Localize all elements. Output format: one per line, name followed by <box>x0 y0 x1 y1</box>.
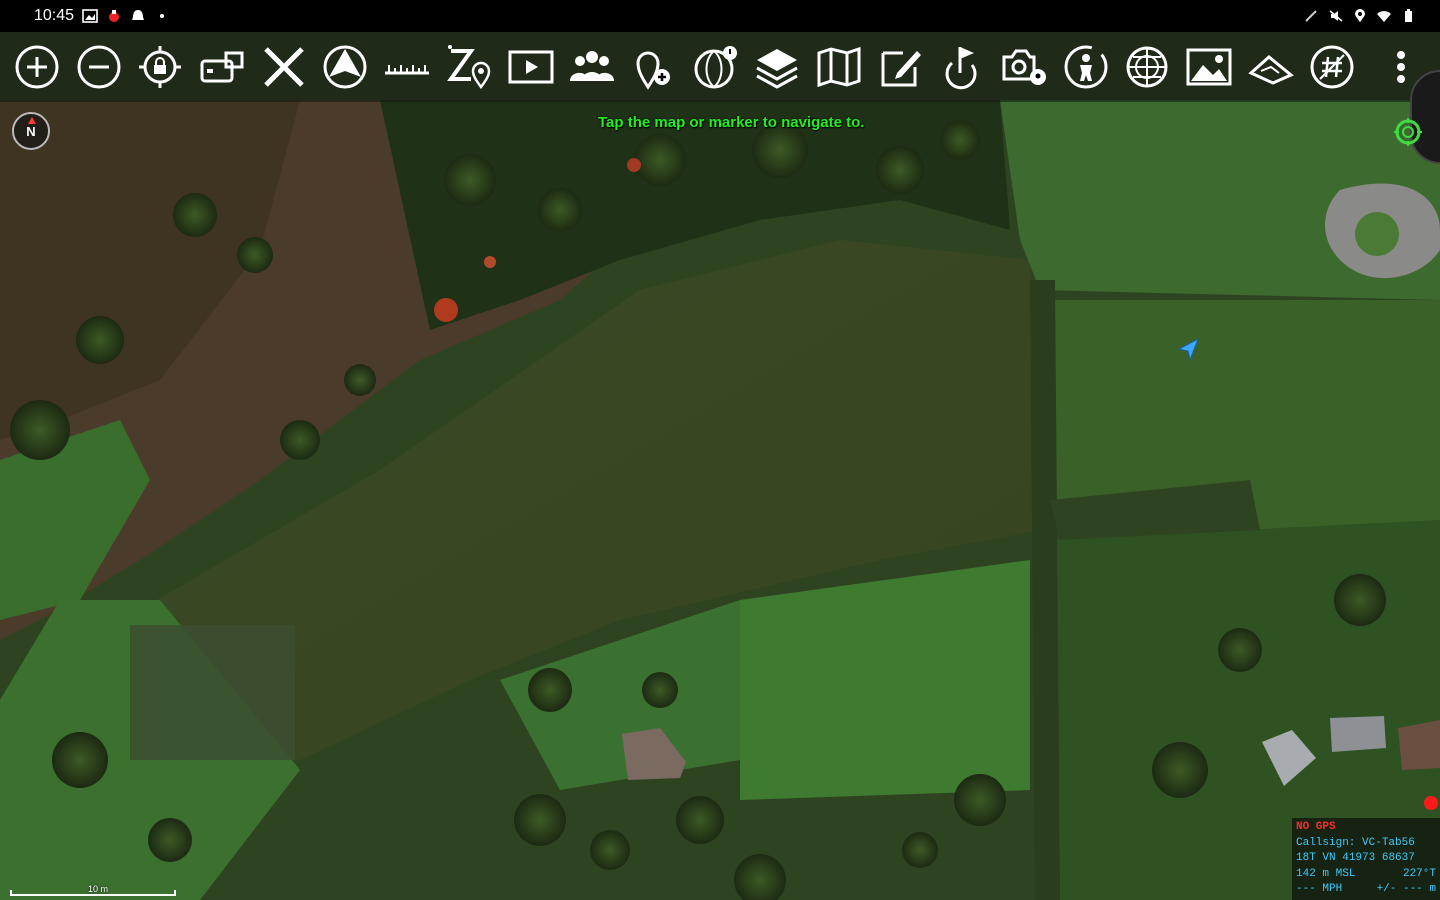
elevation-text: 142 m MSL <box>1296 867 1356 880</box>
speed-text: --- MPH <box>1296 883 1343 895</box>
easting-text: 41973 <box>1342 852 1376 864</box>
map-scale-bar: 10 m <box>10 884 178 898</box>
image-icon <box>1186 48 1232 86</box>
mute-icon <box>1329 10 1343 22</box>
measure-button[interactable] <box>378 38 436 96</box>
video-play-icon <box>508 50 553 84</box>
camera-geo-icon <box>1002 49 1046 85</box>
side-panel-handle[interactable] <box>1410 70 1440 164</box>
edit-off-icon <box>1305 10 1317 22</box>
main-toolbar <box>0 32 1440 102</box>
elevation-button[interactable] <box>1242 38 1300 96</box>
compass-needle-icon <box>28 117 36 124</box>
navigation-hint-text: Tap the map or marker to navigate to. <box>598 114 865 131</box>
self-position-arrow-icon[interactable] <box>1176 336 1202 362</box>
terrain-shape-icon <box>1248 55 1294 85</box>
zoom-in-button[interactable] <box>8 38 66 96</box>
app-notification-icon <box>109 10 120 22</box>
map-view[interactable] <box>0 0 1440 900</box>
grg-button[interactable] <box>1303 38 1361 96</box>
alert-notification-icon <box>132 10 145 20</box>
clear-button[interactable] <box>255 38 313 96</box>
add-pin-icon <box>636 51 670 90</box>
video-button[interactable] <box>502 38 560 96</box>
overlays-button[interactable] <box>748 38 806 96</box>
edit-note-icon <box>881 51 921 87</box>
geo-fence-button[interactable] <box>687 38 745 96</box>
group-people-icon <box>570 51 615 81</box>
add-point-button[interactable] <box>625 38 683 96</box>
grid-button[interactable] <box>1118 38 1176 96</box>
more-notifications-dot-icon <box>160 14 165 18</box>
gps-status-text: NO GPS <box>1296 821 1336 833</box>
wifi-icon <box>1377 11 1391 22</box>
clock-time: 10:45 <box>34 7 75 24</box>
battery-icon <box>1405 9 1412 22</box>
globe-alert-icon <box>694 46 737 89</box>
track-up-button[interactable] <box>193 38 251 96</box>
navigation-cone-icon <box>323 45 367 89</box>
person-circle-icon <box>1064 45 1108 89</box>
contacts-button[interactable] <box>563 38 621 96</box>
aerial-imagery <box>0 0 1440 900</box>
imagery-button[interactable] <box>1180 38 1238 96</box>
compass-button[interactable]: N <box>12 112 50 150</box>
emergency-button[interactable] <box>1057 38 1115 96</box>
location-icon <box>1355 9 1365 22</box>
accuracy-text: +/- --- m <box>1376 883 1436 895</box>
ruler-icon <box>385 65 430 75</box>
notes-button[interactable] <box>872 38 930 96</box>
maps-button[interactable] <box>810 38 868 96</box>
nav-mode-button[interactable] <box>316 38 374 96</box>
folded-map-icon <box>817 46 861 88</box>
plus-circle-icon <box>15 45 59 89</box>
northing-text: 68637 <box>1381 852 1415 864</box>
more-vert-icon <box>1397 51 1405 83</box>
zoom-marker-icon <box>446 45 491 90</box>
zoom-out-button[interactable] <box>70 38 128 96</box>
system-status-bar: 10:45 <box>0 0 1440 32</box>
locate-lock-icon <box>139 46 182 88</box>
hash-circle-icon <box>1310 45 1354 89</box>
grid-zone-text: 18T <box>1296 852 1316 864</box>
route-button[interactable] <box>933 38 991 96</box>
locate-target-icon[interactable] <box>1394 118 1422 146</box>
compass-label: N <box>26 123 36 139</box>
my-location-button[interactable] <box>131 38 189 96</box>
zoom-to-button[interactable] <box>440 38 498 96</box>
minus-circle-icon <box>77 45 121 89</box>
flag-route-icon <box>945 47 977 90</box>
rotate-screen-icon <box>200 51 244 83</box>
close-x-icon <box>263 47 304 87</box>
heading-text: 227°T <box>1402 867 1436 880</box>
callsign-text: Callsign: VC-Tab56 <box>1296 836 1415 849</box>
gps-status-indicator <box>1424 796 1438 810</box>
overflow-menu-button[interactable] <box>1386 42 1416 92</box>
layers-icon <box>756 49 798 89</box>
grid-square-text: VN <box>1322 852 1336 864</box>
reticle-globe-icon <box>1126 46 1168 88</box>
self-info-panel[interactable]: NO GPS Callsign: VC-Tab56 18T VN 41973 6… <box>1292 818 1440 900</box>
scale-bar-line <box>10 890 176 896</box>
gallery-notification-icon <box>82 9 98 23</box>
camera-button[interactable] <box>995 38 1053 96</box>
